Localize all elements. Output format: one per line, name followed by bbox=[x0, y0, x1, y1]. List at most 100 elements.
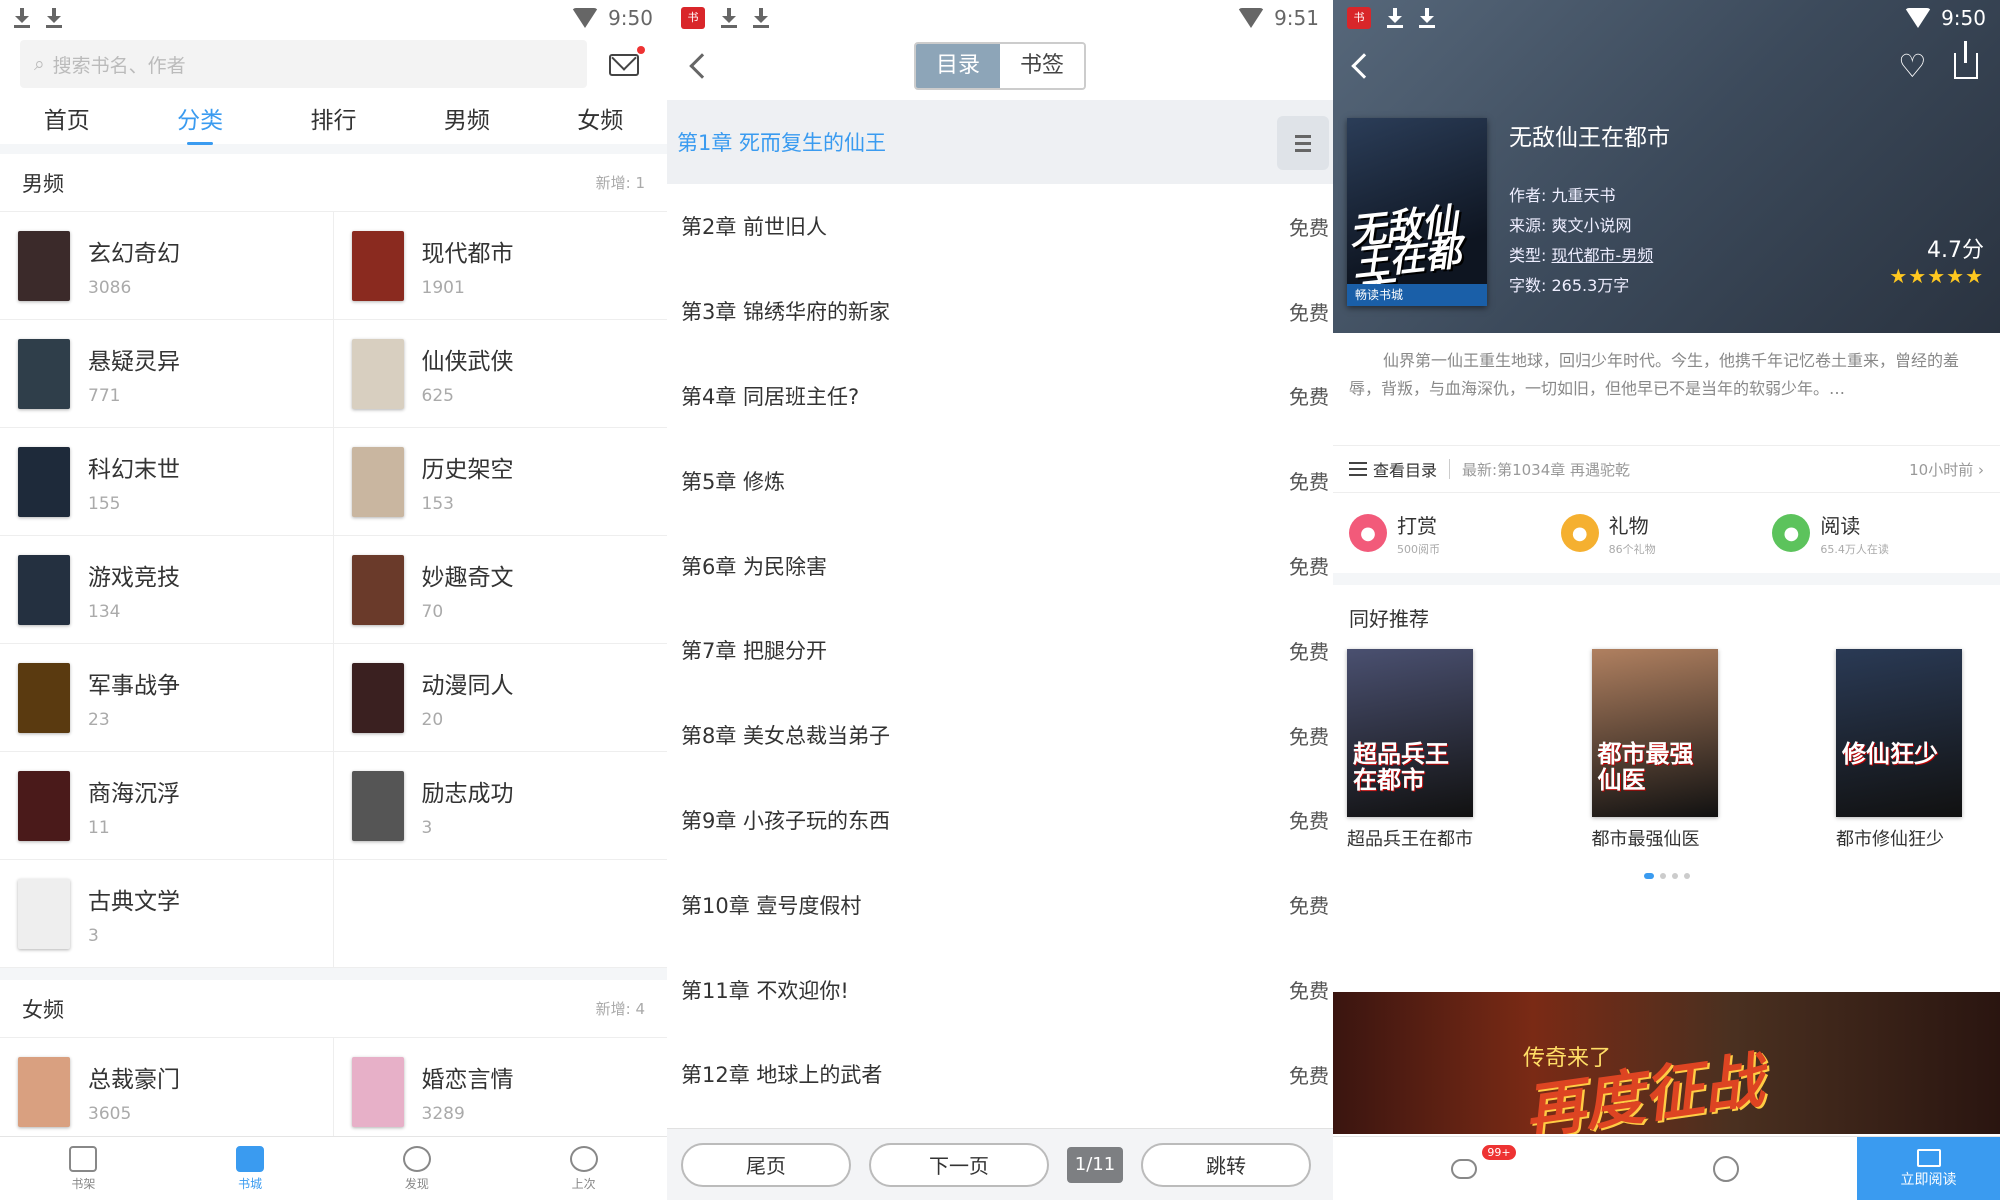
category-name: 仙侠武侠 bbox=[421, 348, 514, 375]
eye-icon: ● bbox=[1772, 514, 1811, 552]
category-item[interactable]: 军事战争 23 bbox=[0, 644, 334, 752]
chapter-row[interactable]: 第7章 把腿分开 免费 bbox=[667, 608, 1333, 693]
chapter-row[interactable]: 第8章 美女总裁当弟子 免费 bbox=[667, 693, 1333, 778]
top-tabs: 首页 分类 排行 男频 女频 bbox=[0, 92, 667, 154]
category-item[interactable]: 仙侠武侠 625 bbox=[333, 320, 667, 428]
chapter-row[interactable]: 第4章 同居班主任? 免费 bbox=[667, 354, 1333, 439]
category-name: 现代都市 bbox=[421, 240, 514, 267]
chapter-row[interactable]: 第10章 壹号度假村 免费 bbox=[667, 862, 1333, 947]
book-description[interactable]: 仙界第一仙王重生地球，回归少年时代。今生，他携千年记忆卷土重来，曾经的羞辱，背叛… bbox=[1333, 333, 2000, 445]
category-count: 134 bbox=[88, 601, 121, 622]
tab-catalog[interactable]: 目录 bbox=[916, 44, 1000, 88]
chapter-row[interactable]: 第3章 锦绣华府的新家 免费 bbox=[667, 269, 1333, 354]
game-ad-banner[interactable]: 传奇来了 再度征战 bbox=[1333, 992, 2000, 1134]
chapter-title: 第3章 锦绣华府的新家 bbox=[681, 300, 891, 325]
chapter-row[interactable]: 第2章 前世旧人 免费 bbox=[667, 184, 1333, 269]
action-2[interactable]: ● 阅读 65.4万人在读 bbox=[1772, 510, 1984, 557]
category-cover bbox=[18, 662, 70, 733]
category-name: 军事战争 bbox=[88, 672, 180, 699]
category-text: 古典文学 3 bbox=[88, 882, 180, 946]
back-icon[interactable] bbox=[689, 53, 715, 79]
category-item[interactable]: 动漫同人 20 bbox=[333, 644, 667, 752]
free-tag: 免费 bbox=[1289, 724, 1329, 749]
bottom-nav-0[interactable]: 书架 bbox=[69, 1145, 98, 1192]
category-item[interactable]: 现代都市 1901 bbox=[333, 212, 667, 320]
tab-bookmark[interactable]: 书签 bbox=[1000, 44, 1084, 88]
recommend-book[interactable]: 修仙狂少 都市修仙狂少 bbox=[1836, 649, 1986, 853]
scroll-handle[interactable] bbox=[1277, 116, 1329, 170]
view-catalog-row[interactable]: 查看目录 最新:第1034章 再遇驼乾 10小时前 › bbox=[1333, 445, 2000, 493]
chapter-row[interactable]: 第5章 修炼 免费 bbox=[667, 438, 1333, 523]
bottom-nav-3[interactable]: 上次 bbox=[569, 1145, 598, 1192]
bottom-nav-label: 发现 bbox=[404, 1176, 429, 1191]
tab-3[interactable]: 男频 bbox=[438, 93, 496, 143]
discover-icon bbox=[402, 1145, 431, 1172]
action-1[interactable]: ● 礼物 86个礼物 bbox=[1560, 510, 1773, 557]
tab-4[interactable]: 女频 bbox=[571, 93, 629, 143]
recommend-name: 超品兵王在都市 bbox=[1347, 829, 1473, 850]
recommend-book[interactable]: 都市最强仙医 都市最强仙医 bbox=[1591, 649, 1742, 853]
category-item[interactable]: 总裁豪门 3605 bbox=[0, 1038, 334, 1146]
category-item[interactable]: 婚恋言情 3289 bbox=[333, 1038, 667, 1146]
tab-2[interactable]: 排行 bbox=[304, 93, 362, 143]
recommend-cover: 超品兵王在都市 bbox=[1347, 649, 1473, 817]
tab-1[interactable]: 分类 bbox=[171, 93, 229, 143]
category-item[interactable]: 悬疑灵异 771 bbox=[0, 320, 334, 428]
status-time: 9:50 bbox=[1941, 6, 1986, 30]
category-text: 婚恋言情 3289 bbox=[422, 1060, 514, 1124]
chapter-row[interactable]: 第6章 为民除害 免费 bbox=[667, 523, 1333, 608]
recommend-book[interactable]: 超品兵王在都市 超品兵王在都市 bbox=[1347, 649, 1497, 853]
last-page-button[interactable]: 尾页 bbox=[681, 1142, 851, 1187]
recommend-name: 都市修仙狂少 bbox=[1836, 829, 1944, 850]
category-text: 现代都市 1901 bbox=[422, 234, 514, 298]
action-subtitle: 65.4万人在读 bbox=[1820, 542, 1889, 556]
category-name: 悬疑灵异 bbox=[88, 348, 180, 375]
category-name: 玄幻奇幻 bbox=[88, 240, 180, 267]
view-catalog-label: 查看目录 bbox=[1373, 461, 1438, 480]
chapter-title: 第11章 不欢迎你! bbox=[681, 978, 849, 1003]
wifi-icon bbox=[1905, 8, 1932, 28]
chapter-row-current[interactable]: 第1章 死而复生的仙王 bbox=[667, 100, 1333, 184]
jump-button[interactable]: 跳转 bbox=[1141, 1142, 1311, 1187]
rating-stars-icon: ★★★★★ bbox=[1889, 264, 1984, 288]
category-item[interactable]: 古典文学 3 bbox=[0, 860, 334, 968]
category-item[interactable]: 科幻末世 155 bbox=[0, 428, 334, 536]
search-input[interactable]: ⌕ 搜索书名、作者 bbox=[20, 40, 587, 88]
reward-button[interactable] bbox=[1595, 1155, 1857, 1182]
download-icon bbox=[46, 8, 62, 28]
money-bag-icon: ● bbox=[1349, 514, 1387, 552]
category-item[interactable]: 妙趣奇文 70 bbox=[333, 536, 667, 644]
comment-button[interactable]: 99+ bbox=[1333, 1144, 1595, 1179]
read-now-button[interactable]: 立即阅读 bbox=[1857, 1136, 2000, 1200]
category-cover bbox=[18, 230, 70, 301]
empty-cell bbox=[333, 860, 667, 968]
mail-button[interactable] bbox=[603, 42, 647, 86]
page-indicator: 1/11 bbox=[1067, 1146, 1123, 1183]
category-cover bbox=[18, 554, 70, 625]
category-item[interactable]: 游戏竞技 134 bbox=[0, 536, 334, 644]
bottom-nav-2[interactable]: 发现 bbox=[402, 1145, 431, 1192]
action-subtitle: 86个礼物 bbox=[1608, 542, 1656, 556]
next-page-button[interactable]: 下一页 bbox=[869, 1142, 1049, 1187]
book-type-link[interactable]: 现代都市-男频 bbox=[1551, 246, 1653, 265]
favorite-heart-icon[interactable] bbox=[1898, 47, 1927, 85]
chapter-row[interactable]: 第9章 小孩子玩的东西 免费 bbox=[667, 778, 1333, 863]
chapter-row[interactable]: 第12章 地球上的武者 免费 bbox=[667, 1032, 1333, 1117]
category-name: 励志成功 bbox=[421, 780, 514, 807]
category-item[interactable]: 历史架空 153 bbox=[333, 428, 667, 536]
download-icon bbox=[1419, 8, 1435, 28]
category-item[interactable]: 励志成功 3 bbox=[333, 752, 667, 860]
category-item[interactable]: 玄幻奇幻 3086 bbox=[0, 212, 334, 320]
chapter-row[interactable]: 第11章 不欢迎你! 免费 bbox=[667, 947, 1333, 1032]
bottom-nav-1[interactable]: 书城 bbox=[236, 1145, 265, 1192]
tab-0[interactable]: 首页 bbox=[38, 93, 96, 143]
category-count: 1901 bbox=[421, 277, 465, 298]
category-item[interactable]: 商海沉浮 11 bbox=[0, 752, 334, 860]
action-0[interactable]: ● 打赏 500阅币 bbox=[1349, 510, 1561, 557]
back-icon[interactable] bbox=[1351, 53, 1377, 79]
search-placeholder: 搜索书名、作者 bbox=[52, 54, 186, 77]
download-icon bbox=[721, 8, 737, 28]
chapter-catalog-screen: 书 9:51 目录 书签 第1章 死而复生的仙王 第2章 前世旧人 免费 第3章 锦绣… bbox=[667, 0, 1333, 1200]
book-source: 来源: 爽文小说网 bbox=[1509, 216, 1632, 235]
share-icon[interactable] bbox=[1954, 41, 1978, 79]
